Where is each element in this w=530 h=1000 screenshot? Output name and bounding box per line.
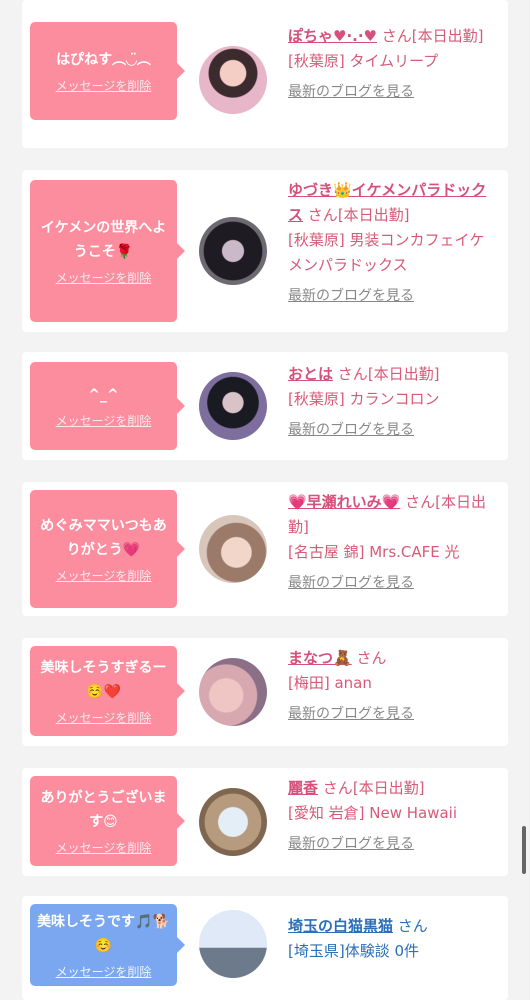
shop-info[interactable]: [埼玉県]体験談 0件 [288, 942, 419, 960]
shop-info[interactable]: [秋葉原] タイムリープ [288, 52, 438, 70]
honorific: さん [322, 779, 353, 797]
avatar[interactable] [199, 372, 267, 440]
delete-message-link[interactable]: メッセージを削除 [56, 840, 152, 856]
shop-info[interactable]: [秋葉原] 男装コンカフェイケメンパラドックス [288, 231, 484, 274]
girl-name-link[interactable]: 💗早瀬れいみ💗 [288, 493, 400, 511]
delete-message-link[interactable]: メッセージを削除 [56, 413, 152, 429]
work-status: [本日出勤] [352, 779, 425, 797]
scrollbar[interactable] [522, 826, 526, 874]
message-card: めぐみママいつもありがとう💗 メッセージを削除 💗早瀬れいみ💗 さん[本日出勤]… [22, 482, 508, 616]
girl-info: 埼玉の白猫黒猫 さん [埼玉県]体験談 0件 [288, 914, 498, 964]
message-card: ありがとうございます😊 メッセージを削除 麗香 さん[本日出勤] [愛知 岩倉]… [22, 768, 508, 876]
girl-name-link[interactable]: おとは [288, 365, 333, 383]
girl-name-link[interactable]: まなつ🧸 [288, 649, 352, 667]
latest-blog-link[interactable]: 最新のブログを見る [288, 832, 414, 857]
shop-info[interactable]: [梅田] anan [288, 674, 372, 692]
message-text: はぴねす︵◡̈︵ [56, 52, 151, 68]
message-bubble: ありがとうございます😊 メッセージを削除 [30, 776, 185, 866]
honorific: さん [405, 493, 436, 511]
girl-info: ぽちゃ♥·.·♥ さん[本日出勤] [秋葉原] タイムリープ 最新のブログを見る [288, 24, 498, 105]
message-text: ^_^ [88, 387, 119, 403]
delete-message-link[interactable]: メッセージを削除 [56, 710, 152, 726]
delete-message-link[interactable]: メッセージを削除 [56, 78, 152, 94]
girl-name-link[interactable]: ぽちゃ♥·.·♥ [288, 27, 377, 45]
message-bubble: 美味しそうです🎵🐕☺️ メッセージを削除 [30, 904, 185, 986]
latest-blog-link[interactable]: 最新のブログを見る [288, 80, 414, 105]
message-text: 美味しそうすぎるー☺️❤️ [40, 660, 167, 700]
girl-info: おとは さん[本日出勤] [秋葉原] カランコロン 最新のブログを見る [288, 362, 498, 443]
latest-blog-link[interactable]: 最新のブログを見る [288, 418, 414, 443]
honorific: さん [307, 206, 338, 224]
message-text: めぐみママいつもありがとう💗 [40, 518, 167, 558]
message-bubble: めぐみママいつもありがとう💗 メッセージを削除 [30, 490, 185, 608]
delete-message-link[interactable]: メッセージを削除 [56, 568, 152, 584]
shop-info[interactable]: [愛知 岩倉] New Hawaii [288, 804, 457, 822]
girl-info: ゆづき👑イケメンパラドックス さん[本日出勤] [秋葉原] 男装コンカフェイケメ… [288, 178, 498, 309]
message-bubble: 美味しそうすぎるー☺️❤️ メッセージを削除 [30, 646, 185, 736]
honorific: さん [356, 649, 387, 667]
message-text: イケメンの世界へようこそ🌹 [40, 220, 167, 260]
avatar[interactable] [199, 658, 267, 726]
avatar[interactable] [199, 217, 267, 285]
message-card: 美味しそうです🎵🐕☺️ メッセージを削除 埼玉の白猫黒猫 さん [埼玉県]体験談… [22, 896, 508, 1000]
girl-info: 💗早瀬れいみ💗 さん[本日出勤] [名古屋 錦] Mrs.CAFE 光 最新のブ… [288, 490, 498, 596]
delete-message-link[interactable]: メッセージを削除 [56, 964, 152, 980]
work-status: [本日出勤] [411, 27, 484, 45]
avatar[interactable] [199, 788, 267, 856]
message-card: イケメンの世界へようこそ🌹 メッセージを削除 ゆづき👑イケメンパラドックス さん… [22, 170, 508, 332]
message-bubble: イケメンの世界へようこそ🌹 メッセージを削除 [30, 180, 185, 322]
delete-message-link[interactable]: メッセージを削除 [56, 270, 152, 286]
shop-info[interactable]: [名古屋 錦] Mrs.CAFE 光 [288, 543, 460, 561]
avatar[interactable] [199, 46, 267, 114]
honorific: さん [337, 365, 368, 383]
girl-name-link[interactable]: 埼玉の白猫黒猫 [288, 917, 393, 935]
message-card: はぴねす︵◡̈︵ メッセージを削除 ぽちゃ♥·.·♥ さん[本日出勤] [秋葉原… [22, 0, 508, 148]
girl-name-link[interactable]: 麗香 [288, 779, 318, 797]
honorific: さん [381, 27, 412, 45]
latest-blog-link[interactable]: 最新のブログを見る [288, 702, 414, 727]
girl-info: 麗香 さん[本日出勤] [愛知 岩倉] New Hawaii 最新のブログを見る [288, 776, 498, 857]
work-status: [本日出勤] [337, 206, 410, 224]
message-bubble: はぴねす︵◡̈︵ メッセージを削除 [30, 22, 185, 120]
message-bubble: ^_^ メッセージを削除 [30, 362, 185, 450]
shop-info[interactable]: [秋葉原] カランコロン [288, 390, 439, 408]
message-text: 美味しそうです🎵🐕☺️ [37, 914, 170, 954]
message-card: 美味しそうすぎるー☺️❤️ メッセージを削除 まなつ🧸 さん [梅田] anan… [22, 638, 508, 746]
avatar[interactable] [199, 910, 267, 978]
girl-info: まなつ🧸 さん [梅田] anan 最新のブログを見る [288, 646, 498, 727]
honorific: さん [397, 917, 428, 935]
message-card: ^_^ メッセージを削除 おとは さん[本日出勤] [秋葉原] カランコロン 最… [22, 352, 508, 460]
message-text: ありがとうございます😊 [40, 790, 167, 830]
latest-blog-link[interactable]: 最新のブログを見る [288, 284, 414, 309]
work-status: [本日出勤] [367, 365, 440, 383]
latest-blog-link[interactable]: 最新のブログを見る [288, 571, 414, 596]
avatar[interactable] [199, 515, 267, 583]
